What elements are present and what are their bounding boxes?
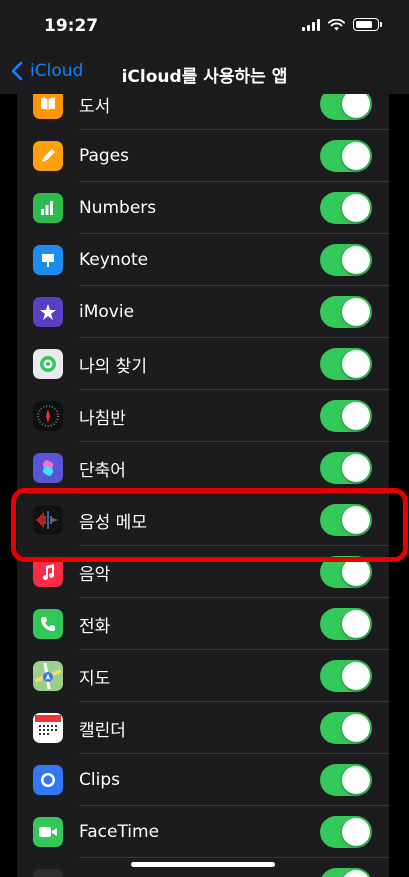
toggle-knob (342, 142, 370, 170)
app-row-label: Pages (79, 146, 130, 166)
app-row: 도서 (17, 94, 389, 130)
app-row-label: 나의 찾기 (79, 356, 147, 377)
app-row: 캘린더 (17, 702, 389, 754)
toggle-knob (342, 246, 370, 274)
app-toggle[interactable] (320, 608, 372, 640)
toggle-knob (342, 506, 370, 534)
app-toggle[interactable] (320, 140, 372, 172)
keynote-icon (33, 245, 63, 275)
app-row: Numbers (17, 182, 389, 234)
app-row: Keynote (17, 234, 389, 286)
app-toggle[interactable] (320, 764, 372, 796)
phone-icon (33, 609, 63, 639)
toggle-knob (342, 558, 370, 586)
clips-icon (33, 765, 63, 795)
app-toggle[interactable] (320, 94, 372, 120)
facetime-icon (33, 817, 63, 847)
toggle-knob (342, 610, 370, 638)
app-toggle[interactable] (320, 192, 372, 224)
app-row: 전화 (17, 598, 389, 650)
app-row-label: 도서 (79, 96, 111, 117)
voice-memos-icon (33, 505, 63, 535)
app-row-label: Numbers (79, 198, 157, 218)
app-icon (33, 869, 63, 877)
status-time: 19:27 (44, 16, 99, 36)
app-toggle[interactable] (320, 660, 372, 692)
battery-level (356, 21, 373, 28)
wifi-icon (328, 18, 345, 30)
app-row-label: Keynote (79, 250, 149, 270)
page-title: iCloud를 사용하는 앱 (121, 67, 288, 87)
battery-icon (353, 18, 382, 31)
navigation-bar: iCloud iCloud를 사용하는 앱 (0, 52, 409, 94)
numbers-icon (33, 193, 63, 223)
app-row: 나침반 (17, 390, 389, 442)
app-toggle[interactable] (320, 348, 372, 380)
app-row-label: 나침반 (79, 408, 126, 429)
toggle-knob (342, 454, 370, 482)
imovie-icon (33, 297, 63, 327)
books-icon (33, 94, 63, 119)
cellular-signal-icon (302, 18, 320, 31)
toggle-knob (342, 298, 370, 326)
app-row-label: 지도 (79, 668, 111, 689)
apps-list-scroll[interactable]: 도서 Pages Numbers Keynote iMovie 나의 찾기나침반단축어음성… (0, 94, 409, 877)
app-row: Pages (17, 130, 389, 182)
music-icon (33, 557, 63, 587)
app-toggle[interactable] (320, 556, 372, 588)
app-row-label: 전화 (79, 616, 111, 637)
toggle-knob (342, 350, 370, 378)
apps-list: 도서 Pages Numbers Keynote iMovie 나의 찾기나침반단축어음성… (17, 94, 389, 877)
find-my-icon (33, 349, 63, 379)
app-row: Clips (17, 754, 389, 806)
app-row: 단축어 (17, 442, 389, 494)
toggle-knob (342, 766, 370, 794)
app-row: FaceTime (17, 806, 389, 858)
app-toggle[interactable] (320, 244, 372, 276)
shortcuts-icon (33, 453, 63, 483)
app-toggle[interactable] (320, 868, 372, 877)
compass-icon (33, 401, 63, 431)
status-bar: 19:27 (0, 0, 409, 52)
app-row: 음악 (17, 546, 389, 598)
app-row-label: 캘린더 (79, 720, 126, 741)
maps-icon (33, 661, 63, 691)
pages-icon (33, 141, 63, 171)
app-row-label: Clips (79, 770, 120, 790)
app-toggle[interactable] (320, 452, 372, 484)
app-row: 지도 (17, 650, 389, 702)
app-row: 나의 찾기 (17, 338, 389, 390)
app-row (17, 858, 389, 877)
toggle-knob (342, 402, 370, 430)
app-toggle[interactable] (320, 816, 372, 848)
toggle-knob (342, 194, 370, 222)
status-icons (302, 18, 382, 31)
toggle-knob (342, 714, 370, 742)
app-row: iMovie (17, 286, 389, 338)
calendar-icon (33, 713, 63, 743)
app-toggle[interactable] (320, 296, 372, 328)
toggle-knob (342, 662, 370, 690)
app-row-label: FaceTime (79, 822, 160, 842)
app-row-label: 음성 메모 (79, 512, 147, 533)
home-indicator[interactable] (131, 862, 275, 867)
app-toggle[interactable] (320, 400, 372, 432)
app-row-label: 단축어 (79, 460, 126, 481)
toggle-knob (342, 870, 370, 877)
app-toggle[interactable] (320, 712, 372, 744)
app-row: 음성 메모 (17, 494, 389, 546)
app-row-label: iMovie (79, 302, 135, 322)
toggle-knob (342, 818, 370, 846)
toggle-knob (342, 94, 370, 118)
app-row-label: 음악 (79, 564, 111, 585)
app-toggle[interactable] (320, 504, 372, 536)
